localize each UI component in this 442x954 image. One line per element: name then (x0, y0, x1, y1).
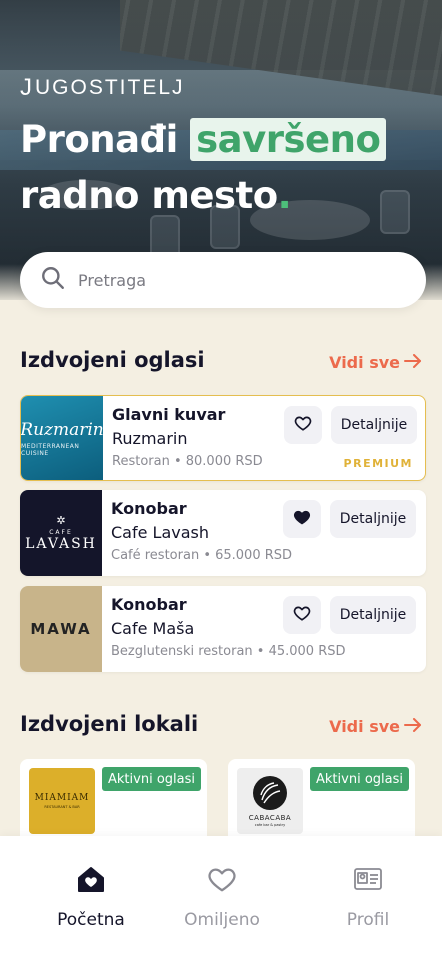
job-card[interactable]: Ruzmarin MEDITERRANEAN CUISINE Glavni ku… (20, 395, 426, 481)
favorite-button[interactable] (283, 596, 321, 634)
headline-highlight: savršeno (190, 118, 387, 161)
job-meta: Bezglutenski restoran • 45.000 RSD (111, 644, 346, 659)
job-card[interactable]: MAWA Konobar Cafe Maša Bezglutenski rest… (20, 586, 426, 672)
bottom-navigation: Početna Omiljeno Profil (0, 836, 442, 954)
leaf-pattern-icon (253, 775, 287, 810)
see-all-label: Vidi sve (329, 353, 400, 372)
app-logo: J UGOSTITELJ (20, 74, 185, 102)
nav-home[interactable]: Početna (21, 864, 161, 930)
logo-title: MAWA (30, 620, 92, 638)
job-position: Konobar (111, 499, 187, 518)
arrow-right-icon (404, 353, 422, 372)
hero-headline: Pronađi savršeno radno mesto. (20, 112, 387, 224)
venue-logo-title: CABACABA (248, 813, 292, 822)
details-button[interactable]: Detaljnije (331, 406, 417, 444)
see-all-jobs-link[interactable]: Vidi sve (329, 353, 422, 372)
venue-logo-subtitle: RESTAURANT & BAR (44, 805, 80, 809)
featured-venues-title: Izdvojeni lokali (20, 712, 199, 736)
home-icon (76, 864, 106, 898)
active-listings-badge: Aktivni oglasi (102, 767, 201, 791)
active-listings-badge: Aktivni oglasi (310, 767, 409, 791)
logo-title: Ruzmarin (20, 419, 104, 440)
job-card[interactable]: ✲ CAFE LAVASH Konobar Cafe Lavash Café r… (20, 490, 426, 576)
company-logo: ✲ CAFE LAVASH (20, 490, 102, 576)
nav-home-label: Početna (57, 910, 125, 930)
venue-logo: CABACABA cafe bar & pastry (237, 768, 303, 834)
job-position: Glavni kuvar (112, 405, 226, 424)
venue-logo: MIAMIAM RESTAURANT & BAR (29, 768, 95, 834)
job-company: Ruzmarin (112, 429, 188, 448)
favorite-button[interactable] (283, 500, 321, 538)
job-position: Konobar (111, 595, 187, 614)
arrow-right-icon (404, 717, 422, 736)
headline-dot: . (277, 174, 292, 217)
nav-profile[interactable]: Profil (298, 864, 438, 930)
logo-title: LAVASH (25, 536, 97, 552)
details-button[interactable]: Detaljnije (330, 500, 416, 538)
nav-profile-label: Profil (346, 910, 390, 930)
see-all-venues-link[interactable]: Vidi sve (329, 717, 422, 736)
search-input[interactable]: Pretraga (78, 271, 146, 290)
favorite-button[interactable] (284, 406, 322, 444)
logo-prefix: J (20, 74, 34, 101)
job-meta: Restoran • 80.000 RSD (112, 454, 263, 469)
heart-outline-icon (293, 604, 311, 626)
headline-line2: radno mesto (20, 174, 278, 217)
logo-subtitle: MEDITERRANEAN CUISINE (21, 442, 80, 457)
job-meta: Café restoran • 65.000 RSD (111, 548, 293, 563)
job-company: Cafe Lavash (111, 523, 210, 542)
heart-icon (207, 864, 237, 898)
details-button[interactable]: Detaljnije (330, 596, 416, 634)
search-icon (40, 265, 66, 295)
heart-outline-icon (294, 414, 312, 436)
id-card-icon (353, 864, 383, 898)
search-bar[interactable]: Pretraga (20, 252, 426, 308)
company-logo: MAWA (20, 586, 102, 672)
job-company: Cafe Maša (111, 619, 195, 638)
featured-jobs-title: Izdvojeni oglasi (20, 348, 205, 372)
venue-logo-title: MIAMIAM (34, 793, 90, 803)
heart-filled-icon (293, 508, 311, 530)
see-all-label: Vidi sve (329, 717, 400, 736)
nav-favorites[interactable]: Omiljeno (152, 864, 292, 930)
logo-mark-icon: ✲ (56, 514, 66, 527)
venue-logo-subtitle: cafe bar & pastry (254, 822, 286, 827)
premium-badge: PREMIUM (343, 457, 413, 470)
logo-subtitle: CAFE (49, 529, 73, 536)
headline-plain: Pronađi (20, 118, 191, 161)
logo-text: UGOSTITELJ (35, 76, 185, 99)
company-logo: Ruzmarin MEDITERRANEAN CUISINE (20, 396, 104, 480)
nav-favorites-label: Omiljeno (184, 910, 260, 930)
